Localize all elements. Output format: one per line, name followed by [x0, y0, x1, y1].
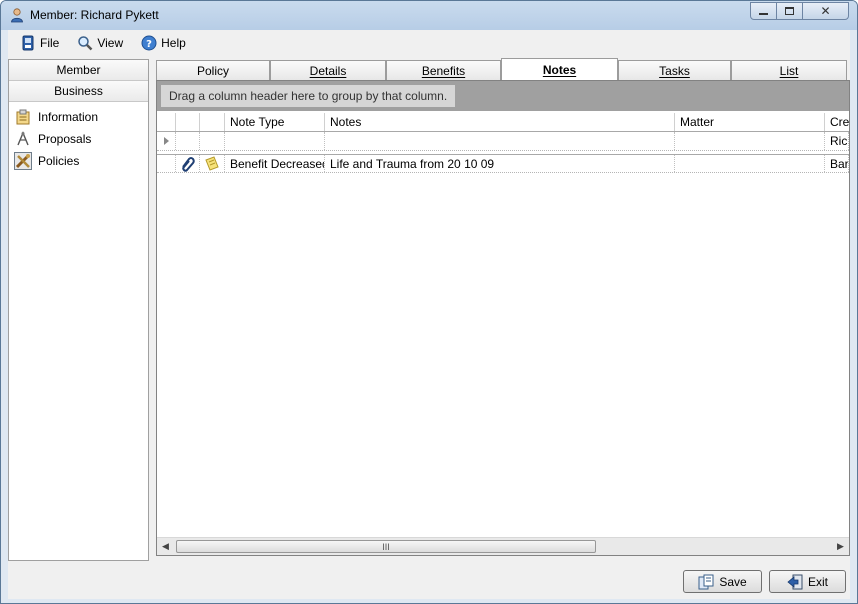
nav-item-information[interactable]: Information	[9, 106, 148, 128]
member-icon	[11, 8, 23, 23]
notes-grid: Drag a column header here to group by th…	[156, 80, 850, 556]
row-pointer-icon	[163, 137, 169, 145]
svg-text:?: ?	[146, 39, 152, 50]
tab-strip: Policy Details Benefits Notes Tasks List	[156, 58, 850, 81]
nav-item-policies[interactable]: Policies	[9, 150, 148, 172]
attachment-icon	[181, 156, 195, 172]
cell-notes: Life and Trauma from 20 10 09	[325, 155, 675, 172]
file-icon	[22, 35, 34, 50]
nav-item-proposals[interactable]: Proposals	[9, 128, 148, 150]
nav-section-member[interactable]: Member	[9, 60, 148, 81]
exit-icon	[787, 574, 803, 589]
scroll-grip-icon: III	[382, 541, 390, 552]
group-by-area[interactable]: Drag a column header here to group by th…	[157, 81, 849, 111]
exit-button[interactable]: Exit	[769, 570, 846, 593]
save-icon	[698, 574, 714, 589]
nav-section-business[interactable]: Business	[9, 81, 148, 102]
help-icon: ?	[141, 35, 157, 50]
scroll-thumb[interactable]: III	[176, 540, 596, 553]
tab-details[interactable]: Details	[270, 60, 386, 81]
column-header-creator[interactable]: Crea	[825, 113, 849, 131]
filter-cell-note-icon[interactable]	[200, 132, 225, 150]
tab-policy[interactable]: Policy	[156, 60, 270, 81]
row-indicator	[157, 132, 176, 150]
column-header-note-type[interactable]: Note Type	[225, 113, 325, 131]
note-icon	[205, 155, 219, 171]
minimize-icon	[759, 13, 768, 15]
table-row[interactable]: Benefit Decreased Life and Trauma from 2…	[157, 154, 849, 173]
close-button[interactable]: ✕	[802, 2, 849, 20]
title-bar: Member: Richard Pykett ✕	[1, 1, 857, 30]
view-icon	[78, 35, 93, 50]
column-header-notes[interactable]: Notes	[325, 113, 675, 131]
filter-cell-notes[interactable]	[325, 132, 675, 150]
horizontal-scrollbar[interactable]: ◀ III ▶	[157, 537, 849, 555]
tab-tasks[interactable]: Tasks	[618, 60, 731, 81]
row-selector[interactable]	[157, 155, 176, 172]
column-header-note-icon[interactable]	[200, 113, 225, 131]
menu-help[interactable]: ? Help	[141, 35, 186, 51]
menu-bar: File View ? Help	[8, 30, 850, 55]
policies-icon	[15, 154, 30, 169]
filter-cell-note-type[interactable]	[225, 132, 325, 150]
cell-matter	[675, 155, 825, 172]
tab-benefits[interactable]: Benefits	[386, 60, 501, 81]
filter-row[interactable]: Rich	[157, 132, 849, 151]
proposals-icon	[17, 131, 29, 146]
window-title: Member: Richard Pykett	[30, 8, 159, 22]
save-button[interactable]: Save	[683, 570, 762, 593]
tab-list[interactable]: List	[731, 60, 847, 81]
client-area: Member Business Information Proposals Po…	[8, 55, 850, 599]
column-header-matter[interactable]: Matter	[675, 113, 825, 131]
scroll-right-icon: ▶	[837, 541, 844, 551]
tab-notes[interactable]: Notes	[501, 58, 618, 80]
minimize-button[interactable]	[750, 2, 777, 20]
menu-file[interactable]: File	[20, 35, 59, 51]
cell-note-type: Benefit Decreased	[225, 155, 325, 172]
filter-cell-creator[interactable]: Rich	[825, 132, 849, 150]
column-header-row: Note Type Notes Matter Crea	[157, 113, 849, 132]
filter-cell-attachment[interactable]	[176, 132, 200, 150]
column-header-attachment[interactable]	[176, 113, 200, 131]
scroll-left-icon: ◀	[162, 541, 169, 551]
cell-creator: Barb	[825, 155, 849, 172]
member-window: Member: Richard Pykett ✕ File View ? Hel…	[0, 0, 858, 604]
maximize-icon	[785, 7, 794, 15]
information-icon	[16, 109, 30, 125]
scroll-right-button[interactable]: ▶	[832, 538, 849, 555]
filter-cell-matter[interactable]	[675, 132, 825, 150]
scroll-left-button[interactable]: ◀	[157, 538, 174, 555]
group-by-hint: Drag a column header here to group by th…	[161, 85, 456, 107]
close-icon: ✕	[820, 4, 831, 18]
menu-view[interactable]: View	[77, 35, 123, 51]
maximize-button[interactable]	[776, 2, 803, 20]
column-header-indicator[interactable]	[157, 113, 176, 131]
side-navigation: Member Business Information Proposals Po…	[8, 59, 149, 561]
